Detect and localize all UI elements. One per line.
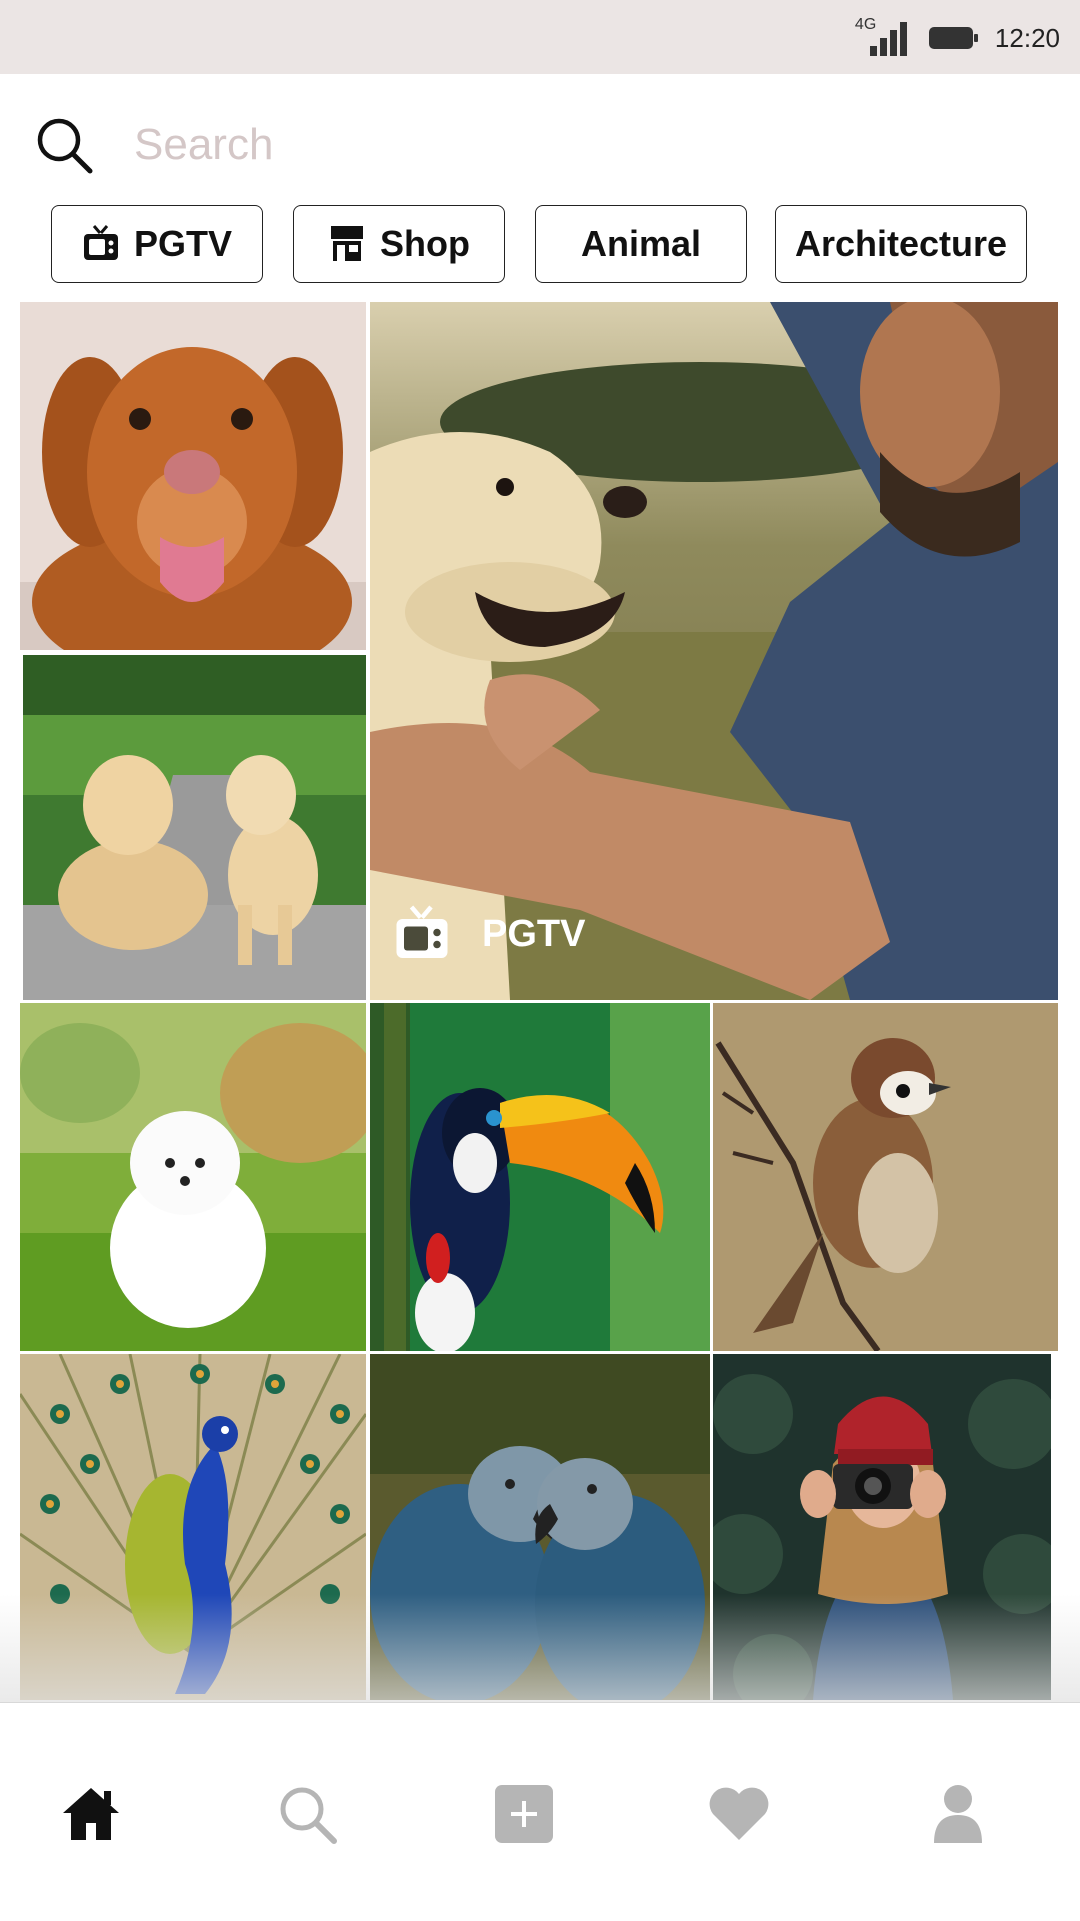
user-icon (934, 1785, 982, 1843)
nav-home[interactable] (56, 1779, 126, 1849)
battery-icon (928, 27, 978, 49)
labradors-photo (23, 655, 366, 1000)
nav-add[interactable] (489, 1779, 559, 1849)
sparrow-photo (713, 1003, 1058, 1351)
status-time: 12:20 (994, 22, 1060, 53)
chip-animal[interactable]: Animal (535, 205, 747, 283)
puppy-photo (20, 1003, 366, 1351)
dog-photo (20, 302, 366, 650)
featured-label: PGTV (482, 912, 586, 955)
photo-tile[interactable] (370, 1003, 710, 1351)
signal-icon: 4G (855, 16, 907, 58)
tv-icon (396, 905, 448, 958)
toucan-photo (370, 1003, 710, 1351)
nav-profile[interactable] (923, 1779, 993, 1849)
bottom-nav (0, 1702, 1080, 1921)
nav-search[interactable] (272, 1779, 342, 1849)
chip-shop[interactable]: Shop (293, 205, 505, 283)
shop-icon (331, 226, 363, 261)
pgtv-overlay: PGTV (392, 904, 585, 964)
chip-label: PGTV (133, 223, 232, 264)
photo-tile[interactable] (20, 1003, 366, 1351)
chip-label: Animal (580, 223, 702, 264)
search-input[interactable] (132, 116, 996, 174)
featured-pgtv-tile[interactable]: PGTV (370, 302, 1058, 1000)
heart-icon (709, 1787, 769, 1840)
search-icon[interactable] (34, 115, 94, 175)
man-with-dog-photo (370, 302, 1058, 1000)
chip-architecture[interactable]: Architecture (775, 205, 1027, 283)
photo-tile[interactable] (23, 655, 366, 1000)
status-bar: 4G 12:20 (0, 0, 1080, 74)
photo-tile[interactable] (713, 1003, 1058, 1351)
nav-activity[interactable] (704, 1779, 774, 1849)
tv-icon (83, 225, 118, 260)
grid-fade (0, 1594, 1080, 1702)
chip-label: Shop (380, 223, 470, 264)
chip-label: Architecture (794, 223, 1008, 264)
plus-square-icon (495, 1785, 553, 1843)
chip-pgtv[interactable]: PGTV (51, 205, 263, 283)
home-icon (63, 1788, 119, 1840)
search-icon (280, 1787, 337, 1844)
photo-tile[interactable] (20, 302, 366, 650)
